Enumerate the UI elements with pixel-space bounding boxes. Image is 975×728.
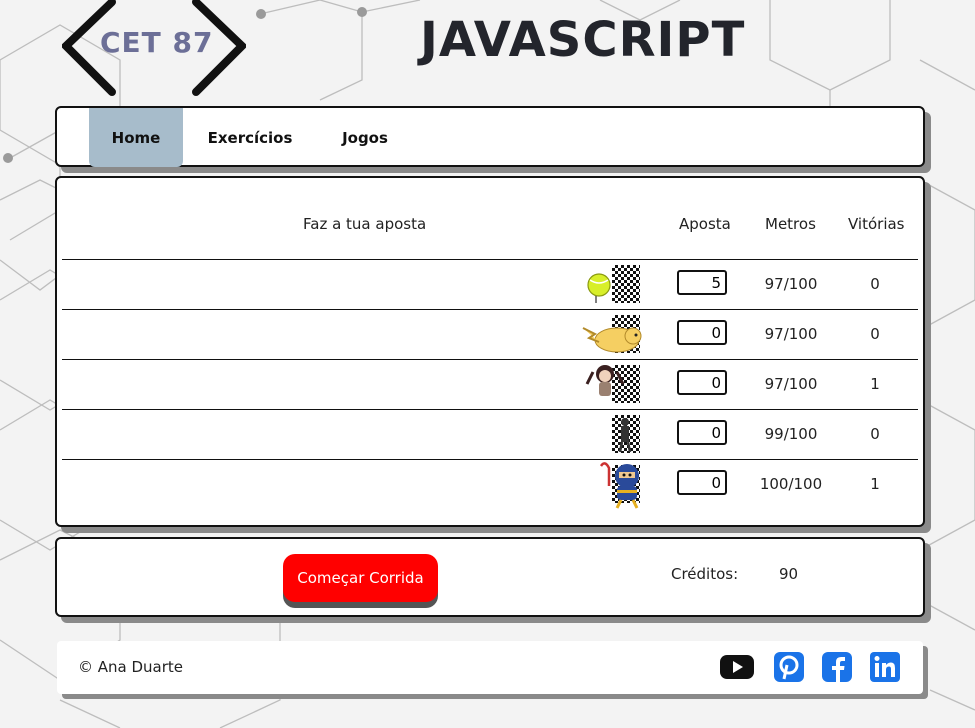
logo-text: CET 87: [100, 26, 214, 59]
meters-value: 97/100: [764, 275, 818, 293]
facebook-icon[interactable]: [821, 651, 853, 683]
meters-value: 100/100: [759, 475, 823, 493]
girl-character-icon: [585, 365, 625, 396]
nav-item-home[interactable]: Home: [89, 108, 183, 167]
row-divider: [62, 359, 918, 360]
row-divider: [62, 309, 918, 310]
linkedin-icon[interactable]: [869, 651, 901, 683]
meters-value: 97/100: [764, 375, 818, 393]
copyright-text: © Ana Duarte: [78, 658, 184, 676]
shadow-figure-icon: [618, 418, 632, 453]
wins-value: 0: [870, 275, 880, 293]
bet-input[interactable]: [677, 320, 727, 345]
race-table: Faz a tua aposta Aposta Metros Vitórias …: [55, 176, 925, 527]
wins-column-header: Vitórias: [848, 215, 905, 233]
row-divider: [62, 459, 918, 460]
race-controls: Começar Corrida Créditos: 90: [55, 537, 925, 617]
row-divider: [62, 409, 918, 410]
credits-value: 90: [779, 565, 799, 583]
footer: © Ana Duarte: [57, 641, 923, 694]
bet-prompt-header: Faz a tua aposta: [303, 215, 427, 233]
bet-input[interactable]: [677, 420, 727, 445]
ninja-character-icon: [599, 462, 639, 509]
youtube-icon[interactable]: [719, 651, 755, 683]
meters-value: 97/100: [764, 325, 818, 343]
bet-input[interactable]: [677, 270, 727, 295]
row-divider: [62, 259, 918, 260]
bet-input[interactable]: [677, 370, 727, 395]
main-nav: Home Exercícios Jogos: [55, 106, 925, 167]
nav-item-exercicios[interactable]: Exercícios: [205, 108, 295, 165]
finish-flag-icon: [612, 265, 640, 303]
wins-value: 1: [870, 375, 880, 393]
page-title: JAVASCRIPT: [420, 12, 746, 68]
nav-item-jogos[interactable]: Jogos: [335, 108, 395, 165]
meters-value: 99/100: [764, 425, 818, 443]
tennis-ball-icon: [587, 273, 611, 303]
pikachu-icon: [582, 327, 642, 353]
meters-column-header: Metros: [765, 215, 816, 233]
bet-input[interactable]: [677, 470, 727, 495]
wins-value: 1: [870, 475, 880, 493]
wins-value: 0: [870, 325, 880, 343]
pinterest-icon[interactable]: [773, 651, 805, 683]
bet-column-header: Aposta: [679, 215, 731, 233]
credits-label: Créditos:: [671, 565, 739, 583]
wins-value: 0: [870, 425, 880, 443]
start-race-button[interactable]: Começar Corrida: [283, 554, 438, 602]
